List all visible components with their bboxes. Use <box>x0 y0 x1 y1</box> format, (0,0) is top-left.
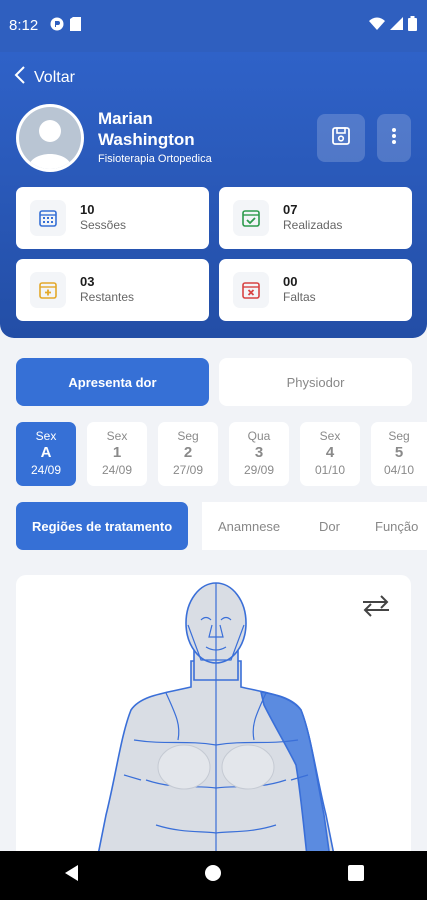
body-map-card <box>16 575 411 865</box>
wifi-icon <box>369 17 385 35</box>
status-bar: 8:12 <box>0 0 427 52</box>
calendar-x-icon <box>233 272 269 308</box>
back-button[interactable]: Voltar <box>14 66 75 89</box>
day-item[interactable]: Seg 5 04/10 <box>371 422 427 486</box>
stat-label: Sessões <box>80 218 127 232</box>
day-weekday: Seg <box>388 429 410 443</box>
tab-anamnese[interactable]: Anamnese <box>218 502 280 550</box>
system-navigation-bar <box>0 851 427 900</box>
save-button[interactable] <box>317 114 365 162</box>
day-date: 24/09 <box>30 463 62 477</box>
day-number: 4 <box>325 444 335 461</box>
patient-specialty: Fisioterapia Ortopedica <box>98 153 212 165</box>
day-item[interactable]: Sex 4 01/10 <box>300 422 360 486</box>
more-options-button[interactable] <box>377 114 411 162</box>
avatar-person-icon <box>28 120 72 169</box>
calendar-check-icon <box>233 200 269 236</box>
segment-physiodor[interactable]: Physiodor <box>219 358 412 406</box>
nav-home-button[interactable] <box>204 864 222 887</box>
day-date: 27/09 <box>172 463 204 477</box>
day-number: 5 <box>394 444 404 461</box>
status-time: 8:12 <box>9 17 39 34</box>
stat-completed: 07 Realizadas <box>219 187 412 249</box>
body-map[interactable] <box>16 575 411 865</box>
day-date: 29/09 <box>243 463 275 477</box>
day-number: A <box>40 444 52 461</box>
day-date: 01/10 <box>314 463 346 477</box>
nav-home-icon <box>204 865 222 886</box>
day-item[interactable]: Qua 3 29/09 <box>229 422 289 486</box>
stat-sessions: 10 Sessões <box>16 187 209 249</box>
stat-value: 07 <box>283 202 298 217</box>
stat-label: Realizadas <box>283 218 343 232</box>
treatment-tabs: Regiões de tratamento Anamnese Dor Funçã… <box>0 502 427 550</box>
nav-back-icon <box>63 865 79 886</box>
sim-card-icon <box>70 17 81 36</box>
stat-label: Restantes <box>80 290 135 304</box>
patient-header: Voltar Marian Washington Fisioterapia Or… <box>0 52 427 338</box>
tab-dor[interactable]: Dor <box>319 502 340 550</box>
calendar-icon <box>30 200 66 236</box>
day-number: 3 <box>254 444 264 461</box>
nav-recents-button[interactable] <box>348 865 365 886</box>
patient-first-name: Marian <box>98 109 153 128</box>
day-weekday: Sex <box>106 429 128 443</box>
day-date: 04/10 <box>383 463 415 477</box>
save-icon <box>331 126 351 151</box>
tab-regioes-tratamento[interactable]: Regiões de tratamento <box>16 502 189 550</box>
patient-last-name: Washington <box>98 130 195 149</box>
app-notification-icon <box>50 17 64 36</box>
day-item[interactable]: Sex A 24/09 <box>16 422 76 486</box>
day-item[interactable]: Seg 2 27/09 <box>158 422 218 486</box>
day-weekday: Qua <box>247 429 271 443</box>
more-vertical-icon <box>391 127 397 150</box>
day-item[interactable]: Sex 1 24/09 <box>87 422 147 486</box>
day-date: 24/09 <box>101 463 133 477</box>
avatar <box>16 104 84 172</box>
day-number: 1 <box>112 444 122 461</box>
stat-label: Faltas <box>283 290 316 304</box>
stat-remaining: 03 Restantes <box>16 259 209 321</box>
back-chevron-icon <box>14 66 26 89</box>
stat-absences: 00 Faltas <box>219 259 412 321</box>
battery-icon <box>408 16 417 36</box>
calendar-plus-icon <box>30 272 66 308</box>
stat-value: 10 <box>80 202 95 217</box>
stat-value: 00 <box>283 274 298 289</box>
patient-name: Marian Washington <box>98 108 195 150</box>
tab-funcao[interactable]: Função <box>375 502 418 550</box>
day-weekday: Sex <box>35 429 57 443</box>
back-label: Voltar <box>34 68 75 86</box>
signal-icon <box>390 17 403 35</box>
stat-value: 03 <box>80 274 95 289</box>
nav-back-button[interactable] <box>63 864 79 887</box>
segment-apresenta-dor[interactable]: Apresenta dor <box>16 358 209 406</box>
day-weekday: Seg <box>177 429 199 443</box>
nav-recents-icon <box>348 865 365 885</box>
day-weekday: Sex <box>319 429 341 443</box>
day-number: 2 <box>183 444 193 461</box>
